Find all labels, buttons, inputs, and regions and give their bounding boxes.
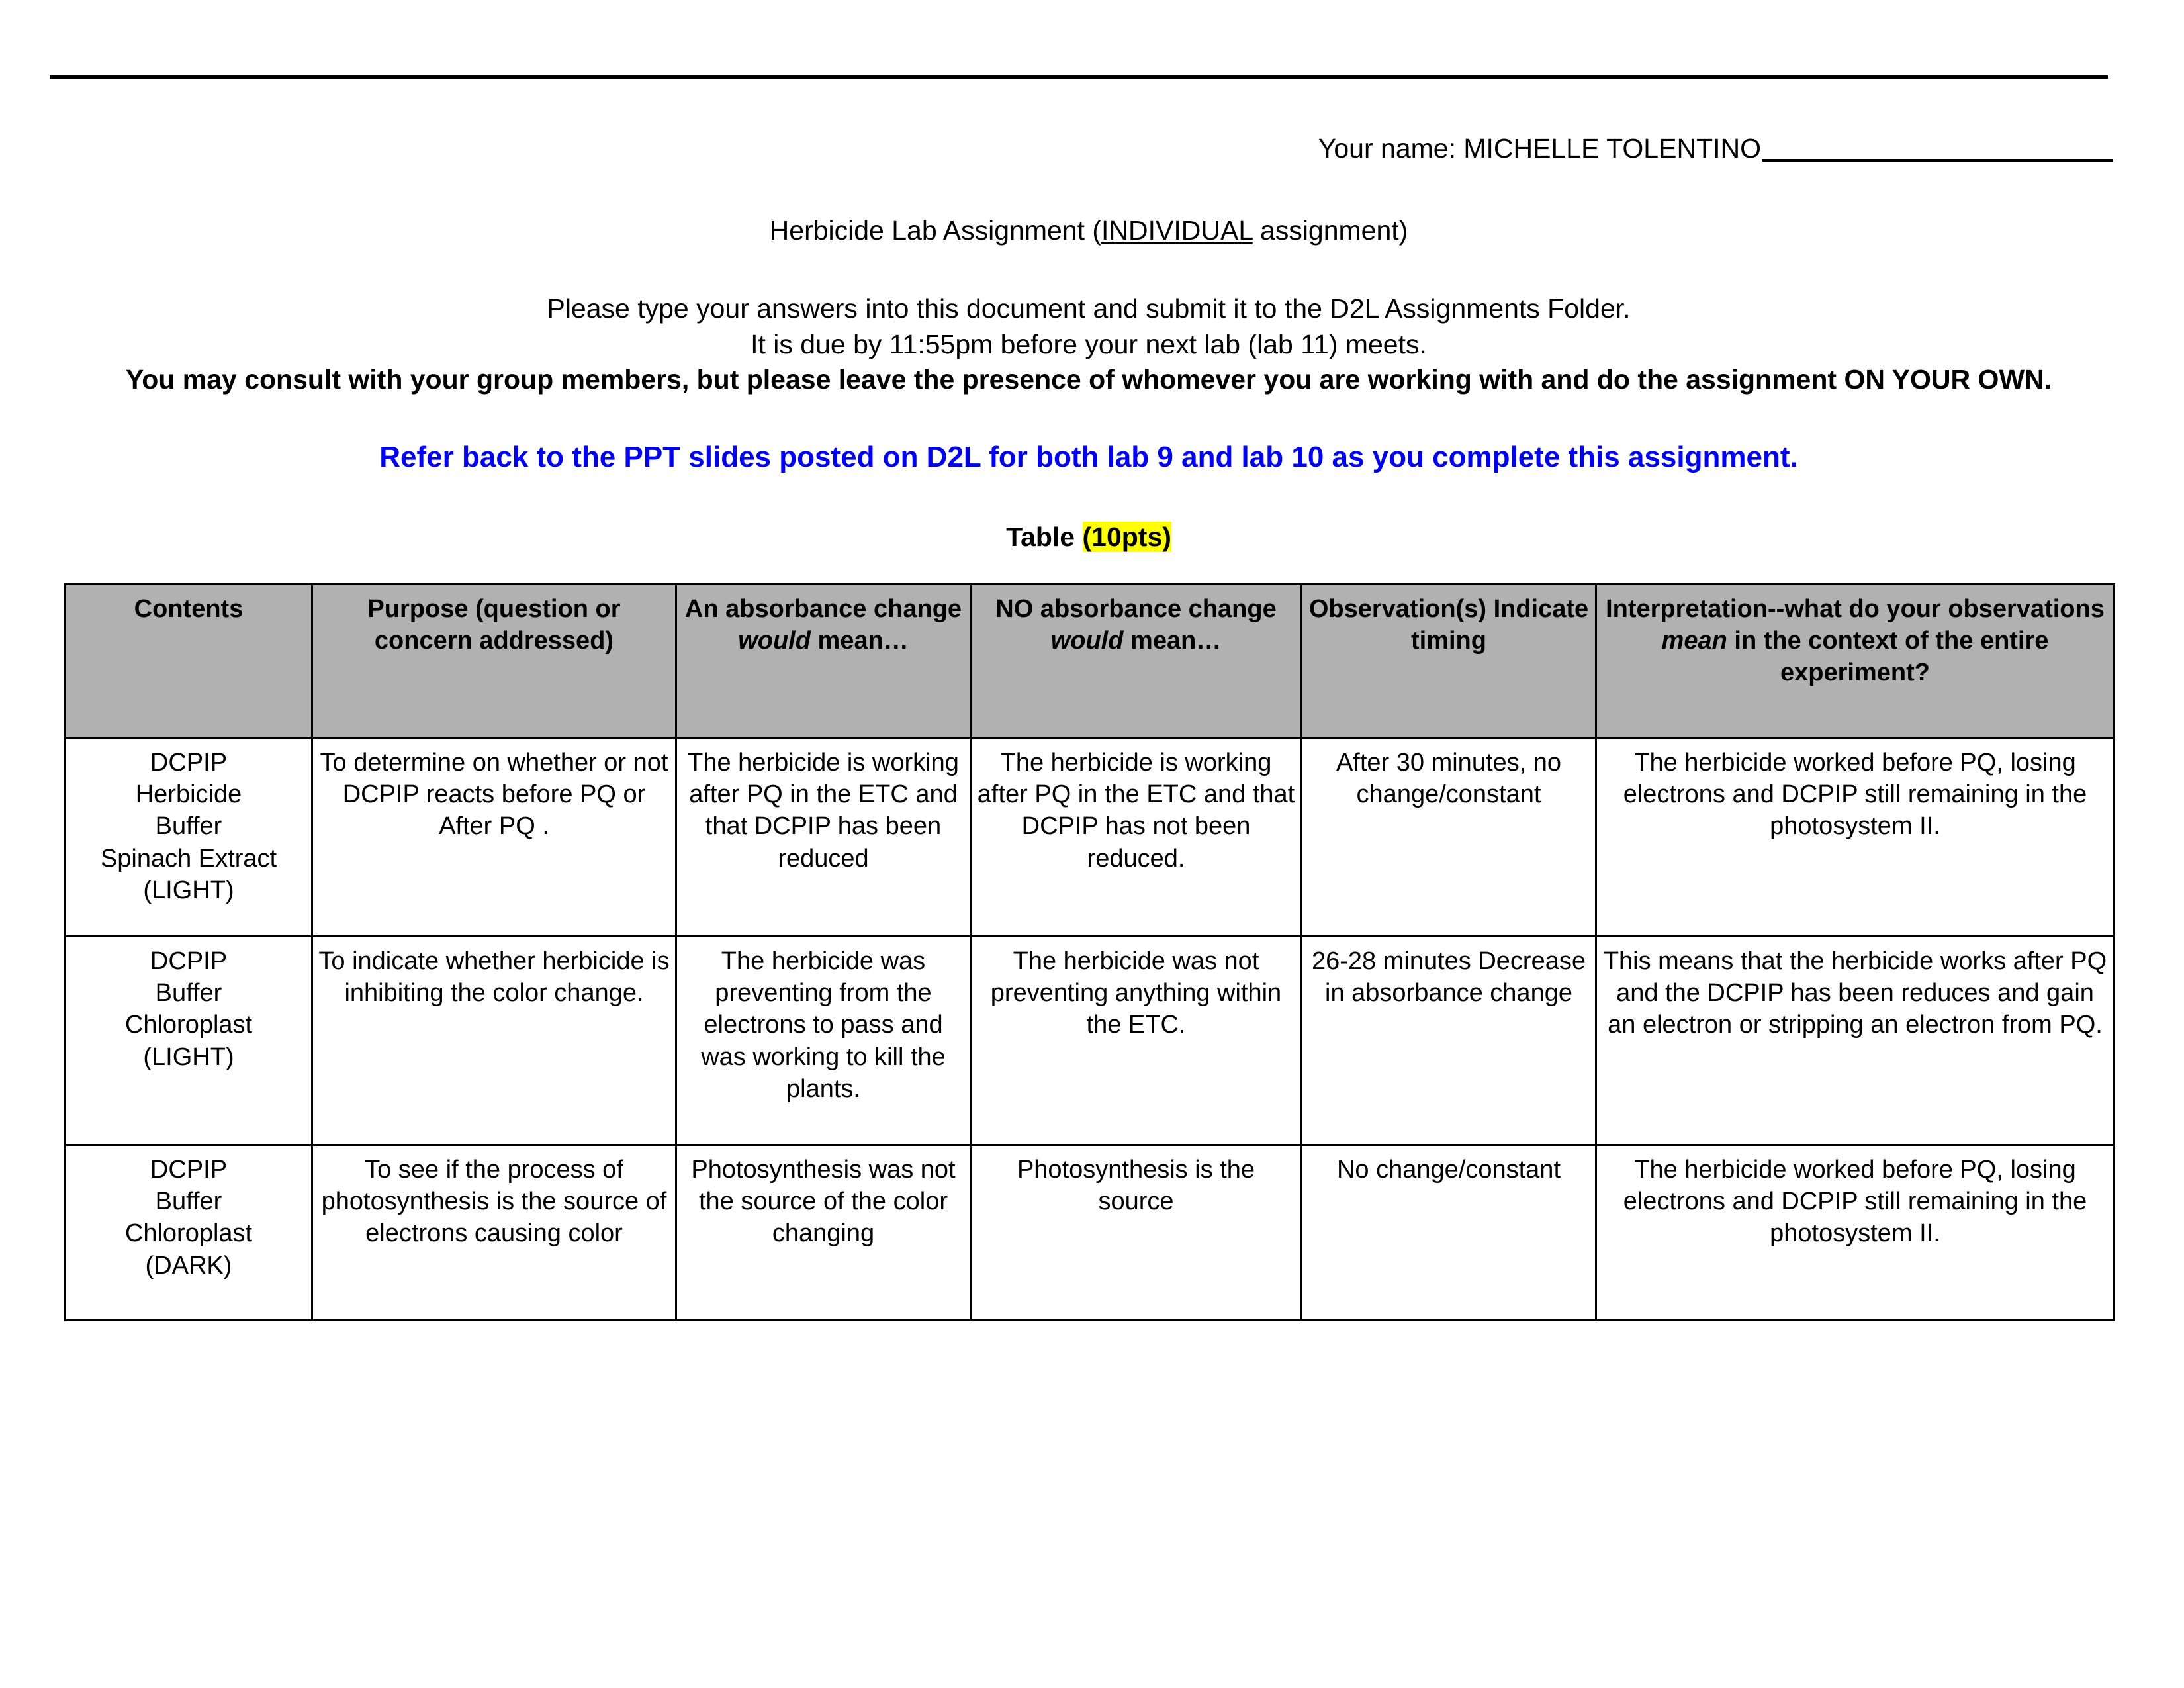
- table-caption: Table (10pts): [64, 520, 2113, 554]
- title-suffix: assignment): [1252, 215, 1408, 246]
- cell-interpretation: The herbicide worked before PQ, losing e…: [1595, 1143, 2115, 1321]
- header-text: Contents: [134, 594, 244, 623]
- header-text-emphasis: would: [1050, 627, 1124, 655]
- cell-contents: DCPIP Buffer Chloroplast (LIGHT): [64, 935, 313, 1146]
- name-label: Your name:: [1318, 133, 1456, 164]
- cell-purpose: To indicate whether herbicide is inhibit…: [311, 935, 677, 1146]
- cell-contents: DCPIP Herbicide Buffer Spinach Extract (…: [64, 736, 313, 937]
- column-header-observations: Observation(s) Indicate timing: [1300, 583, 1597, 739]
- refer-to-slides-note: Refer back to the PPT slides posted on D…: [379, 441, 1798, 474]
- table-header-row: Contents Purpose (question or concern ad…: [64, 583, 2115, 739]
- document-page: Your name: MICHELLE TOLENTINO Herbicide …: [0, 0, 2184, 1688]
- cell-purpose: To determine on whether or not DCPIP rea…: [311, 736, 677, 937]
- cell-no-absorbance-change: The herbicide is working after PQ in the…: [970, 736, 1302, 937]
- column-header-no-absorbance-change: NO absorbance change would mean…: [970, 583, 1302, 739]
- column-header-absorbance-change: An absorbance change would mean…: [675, 583, 972, 739]
- table-row: DCPIP Herbicide Buffer Spinach Extract (…: [64, 736, 2115, 937]
- title-prefix: Herbicide Lab Assignment (: [769, 215, 1102, 246]
- cell-observations: No change/constant: [1300, 1143, 1597, 1321]
- cell-absorbance-change: Photosynthesis was not the source of the…: [675, 1143, 972, 1321]
- cell-interpretation: The herbicide worked before PQ, losing e…: [1595, 736, 2115, 937]
- header-text-line1: NO absorbance change: [995, 594, 1277, 623]
- header-text-line1: Purpose (question or: [367, 594, 621, 623]
- header-text-line1: Observation(s): [1308, 594, 1486, 623]
- cell-no-absorbance-change: The herbicide was not preventing anythin…: [970, 935, 1302, 1146]
- header-text-line2: observations: [1948, 594, 2105, 623]
- cell-absorbance-change: The herbicide is working after PQ in the…: [675, 736, 972, 937]
- assignment-title: Herbicide Lab Assignment (INDIVIDUAL ass…: [64, 214, 2113, 248]
- cell-purpose: To see if the process of photosynthesis …: [311, 1143, 677, 1321]
- cell-no-absorbance-change: Photosynthesis is the source: [970, 1143, 1302, 1321]
- header-text-emphasis: mean: [1661, 627, 1727, 655]
- header-text-line3: mean…: [817, 627, 909, 655]
- cell-observations: 26-28 minutes Decrease in absorbance cha…: [1300, 935, 1597, 1146]
- title-underlined-word: INDIVIDUAL: [1101, 215, 1253, 246]
- student-name-value: MICHELLE TOLENTINO: [1463, 133, 1761, 164]
- header-text-emphasis: would: [738, 627, 811, 655]
- header-text-line2b: in the context: [1727, 627, 1898, 655]
- column-header-interpretation: Interpretation--what do your observation…: [1595, 583, 2115, 739]
- table-caption-points-badge: (10pts): [1082, 521, 1171, 552]
- instruction-line-2: It is due by 11:55pm before your next la…: [751, 328, 1427, 359]
- header-text-line2: mean…: [1123, 627, 1222, 655]
- table-row: DCPIP Buffer Chloroplast (DARK) To see i…: [64, 1143, 2115, 1321]
- header-text-line1: An absorbance: [684, 594, 867, 623]
- name-blank-underline: [1762, 159, 2113, 162]
- header-text-line2: change: [874, 594, 962, 623]
- instruction-bold-note: You may consult with your group members,…: [125, 364, 2052, 395]
- cell-absorbance-change: The herbicide was preventing from the el…: [675, 935, 972, 1146]
- cell-observations: After 30 minutes, no change/constant: [1300, 736, 1597, 937]
- table-row: DCPIP Buffer Chloroplast (LIGHT) To indi…: [64, 935, 2115, 1146]
- column-header-purpose: Purpose (question or concern addressed): [311, 583, 677, 739]
- table-caption-label: Table: [1006, 521, 1083, 552]
- header-divider-rule: [50, 75, 2108, 79]
- header-text-line2: concern addressed): [374, 627, 614, 655]
- cell-interpretation: This means that the herbicide works afte…: [1595, 935, 2115, 1146]
- instruction-line-1: Please type your answers into this docum…: [547, 293, 1631, 324]
- cell-contents: DCPIP Buffer Chloroplast (DARK): [64, 1143, 313, 1321]
- column-header-contents: Contents: [64, 583, 313, 739]
- document-content: Your name: MICHELLE TOLENTINO Herbicide …: [64, 132, 2115, 1321]
- header-text-line1: Interpretation--what do your: [1606, 594, 1941, 623]
- student-name-line: Your name: MICHELLE TOLENTINO: [64, 132, 2113, 165]
- herbicide-lab-table: Contents Purpose (question or concern ad…: [64, 583, 2115, 1321]
